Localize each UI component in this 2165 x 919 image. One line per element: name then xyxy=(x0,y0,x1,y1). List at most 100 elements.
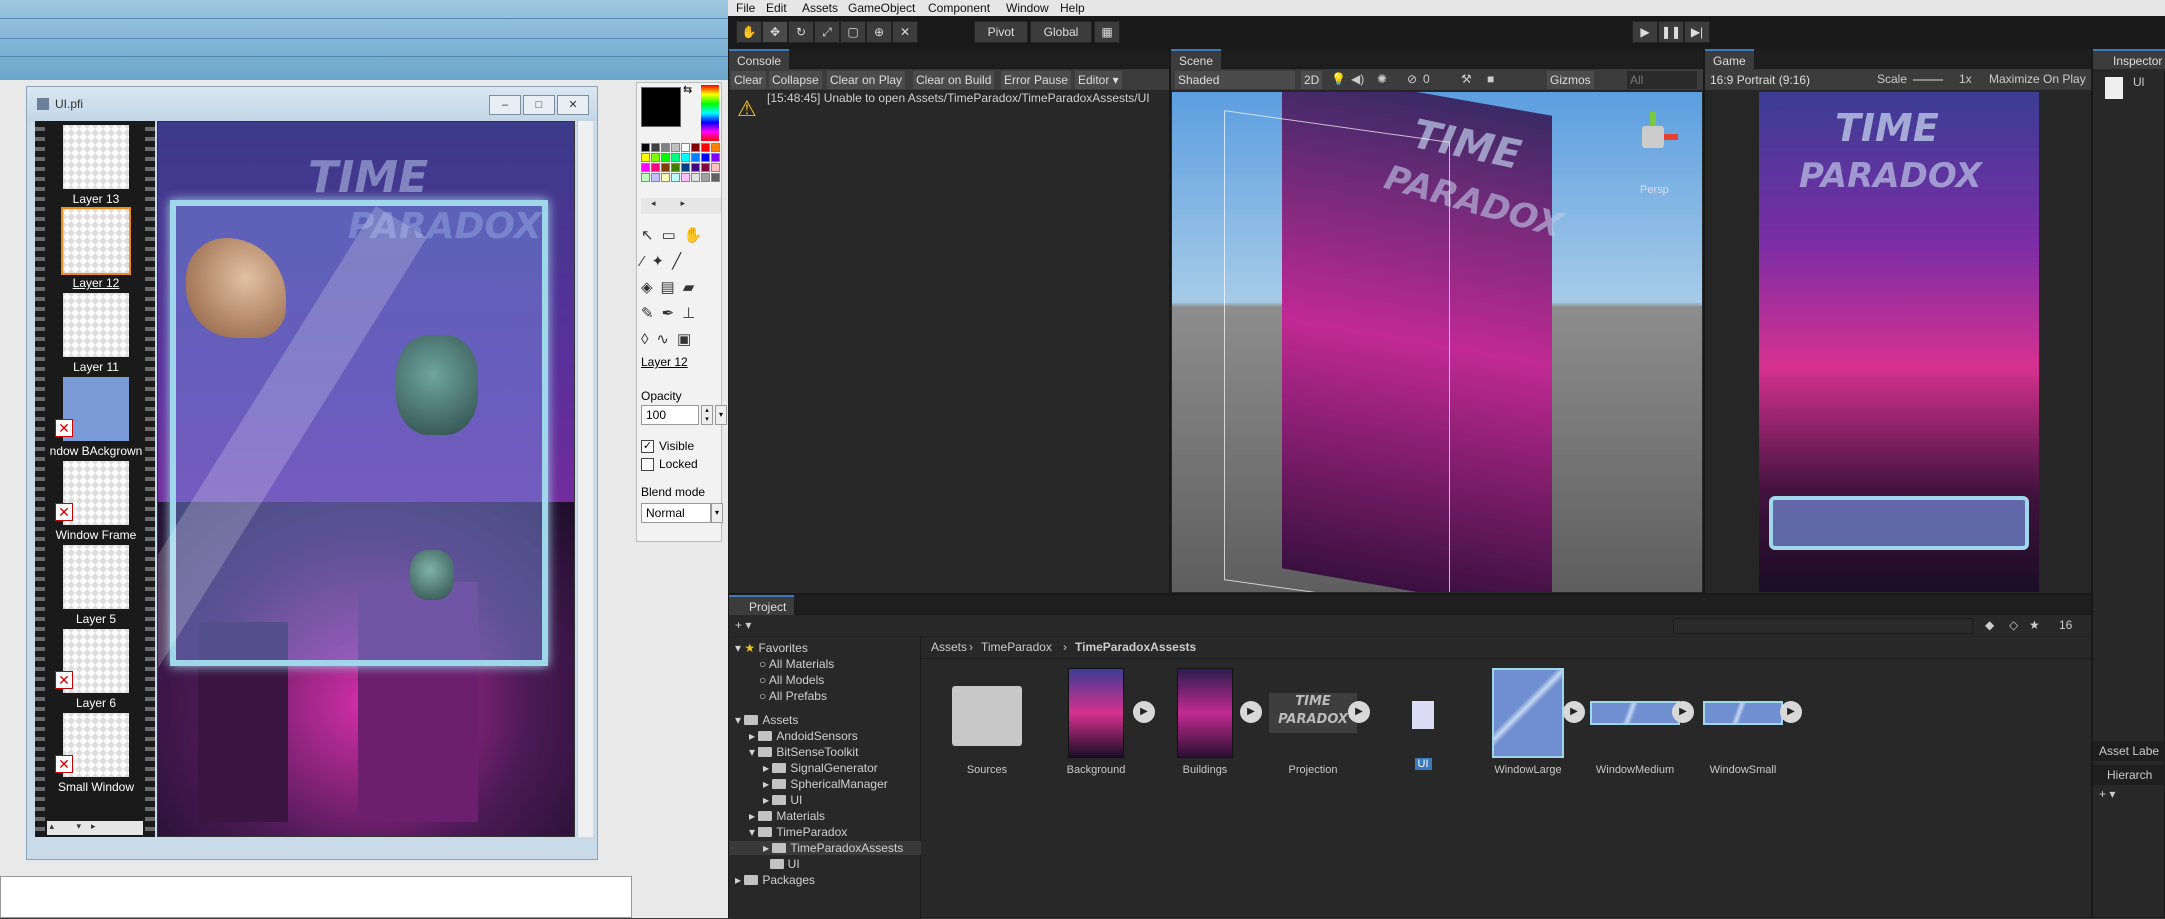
tree-item[interactable]: ▸ UI xyxy=(763,793,802,807)
asset-windowmedium[interactable]: WindowMedium xyxy=(1590,668,1680,776)
smudge-tool-icon[interactable]: ∿ xyxy=(656,331,677,348)
palette-swatch[interactable] xyxy=(701,153,710,162)
palette-swatch[interactable] xyxy=(661,143,670,152)
grid-snap-icon[interactable]: ▦ xyxy=(1094,21,1120,43)
menu-component[interactable]: Component xyxy=(928,1,990,15)
layer-item[interactable]: ✕ Layer 6 xyxy=(53,629,139,713)
asset-ui[interactable]: UI xyxy=(1378,668,1468,770)
menu-gameobject[interactable]: GameObject xyxy=(848,1,915,15)
tab-game[interactable]: Game xyxy=(1705,49,1754,69)
palette-swatch[interactable] xyxy=(691,143,700,152)
shading-mode-dropdown[interactable]: Shaded xyxy=(1175,71,1295,89)
tab-scene[interactable]: Scene xyxy=(1171,49,1222,69)
scene-orientation-gizmo[interactable] xyxy=(1622,112,1682,172)
aspect-dropdown[interactable]: 16:9 Portrait (9:16) xyxy=(1707,71,1863,89)
project-search-input[interactable] xyxy=(1673,618,1973,634)
layer-item[interactable]: ✕ Window Frame xyxy=(53,461,139,545)
palette-swatch[interactable] xyxy=(651,153,660,162)
tree-item-selected[interactable]: ▸ TimeParadoxAssests xyxy=(729,841,921,855)
scene-viewport[interactable]: TIME PARADOX Persp xyxy=(1172,92,1702,592)
opacity-spinner[interactable]: ▴ ▾ xyxy=(701,405,713,425)
rect-tool-icon[interactable]: ▢ xyxy=(840,21,866,43)
console-editor-dropdown[interactable]: Editor ▾ xyxy=(1075,71,1122,89)
favorite-icon[interactable]: ★ xyxy=(2029,618,2040,632)
favorites-node[interactable]: ▾ ★ Favorites xyxy=(735,641,808,655)
lighting-toggle-icon[interactable]: 💡 xyxy=(1331,72,1346,86)
palette-swatch[interactable] xyxy=(691,153,700,162)
gizmos-dropdown[interactable]: Gizmos xyxy=(1547,71,1594,89)
palette-swatch[interactable] xyxy=(661,153,670,162)
effects-toggle-icon[interactable]: ✺ xyxy=(1377,72,1387,86)
tab-console[interactable]: Console xyxy=(729,49,790,69)
palette-swatch[interactable] xyxy=(691,163,700,172)
create-asset-button[interactable]: + ▾ xyxy=(735,618,751,632)
console-collapse-button[interactable]: Collapse xyxy=(769,71,822,89)
fav-item[interactable]: ○ All Materials xyxy=(759,657,834,671)
paint-canvas[interactable]: TIME PARADOX xyxy=(157,121,575,837)
opacity-dropdown-icon[interactable]: ▾ xyxy=(715,405,727,425)
layer-item[interactable]: Layer 11 xyxy=(53,293,139,377)
scale-tool-icon[interactable]: ⤢ xyxy=(814,21,840,43)
filter-label-icon[interactable]: ◇ xyxy=(2009,618,2018,632)
tree-item[interactable]: ▸ AndoidSensors xyxy=(749,729,858,743)
menu-edit[interactable]: Edit xyxy=(766,1,787,15)
stamp-tool-icon[interactable]: ⊥ xyxy=(682,305,703,322)
image-window-titlebar[interactable]: UI.pfi – □ ✕ xyxy=(27,87,597,121)
palette-swatch[interactable] xyxy=(701,173,710,182)
palette-swatch[interactable] xyxy=(671,143,680,152)
eraser-tool-icon[interactable]: ▰ xyxy=(683,279,703,296)
close-button[interactable]: ✕ xyxy=(557,95,589,115)
magic-wand-tool-icon[interactable]: ✦ xyxy=(652,253,673,270)
layer-item-selected[interactable]: Layer 12 xyxy=(53,207,139,293)
layer-item[interactable]: ✕ ndow BAckgrown xyxy=(50,377,142,461)
hidden-layer-icon[interactable]: ✕ xyxy=(55,419,73,437)
palette-swatch[interactable] xyxy=(681,163,690,172)
palette-swatch[interactable] xyxy=(651,163,660,172)
asset-windowlarge[interactable]: WindowLarge xyxy=(1483,668,1573,776)
maximize-button[interactable]: □ xyxy=(523,95,555,115)
camera-icon[interactable]: ■ xyxy=(1487,72,1494,86)
breadcrumb-item[interactable]: TimeParadox xyxy=(981,640,1052,654)
palette-swatch[interactable] xyxy=(691,173,700,182)
audio-toggle-icon[interactable]: ◀) xyxy=(1351,72,1364,86)
play-button[interactable]: ▶ xyxy=(1632,21,1658,43)
swap-colors-icon[interactable]: ⇆ xyxy=(683,83,695,96)
console-clear-on-build-button[interactable]: Clear on Build xyxy=(913,71,995,89)
menu-help[interactable]: Help xyxy=(1060,1,1085,15)
tree-item[interactable]: ▾ TimeParadox xyxy=(749,825,847,839)
mode-2d-toggle[interactable]: 2D xyxy=(1301,71,1323,89)
hidden-layer-icon[interactable]: ✕ xyxy=(55,755,73,773)
line-tool-icon[interactable]: ╱ xyxy=(672,253,689,270)
color-palette[interactable] xyxy=(641,143,721,182)
hidden-layer-icon[interactable]: ✕ xyxy=(55,503,73,521)
blend-dropdown-icon[interactable]: ▾ xyxy=(711,503,723,523)
layer-item[interactable]: Layer 13 xyxy=(53,125,139,209)
asset-buildings[interactable]: Buildings xyxy=(1160,668,1250,776)
tree-item[interactable]: UI xyxy=(763,857,800,871)
console-clear-on-play-button[interactable]: Clear on Play xyxy=(827,71,906,89)
hidden-layer-icon[interactable]: ✕ xyxy=(55,671,73,689)
console-clear-button[interactable]: Clear xyxy=(731,71,766,89)
palette-swatch[interactable] xyxy=(681,153,690,162)
palette-swatch[interactable] xyxy=(671,153,680,162)
rect-select-tool-icon[interactable]: ▭ xyxy=(662,227,684,244)
primary-color-swatch[interactable] xyxy=(641,87,681,127)
palette-swatch[interactable] xyxy=(651,143,660,152)
palette-swatch[interactable] xyxy=(711,173,720,182)
asset-projection[interactable]: TIME PARADOX Projection xyxy=(1268,668,1358,776)
pause-button[interactable]: ❚❚ xyxy=(1658,21,1684,43)
tool-grid[interactable]: ↖▭✋ ⁄✦╱ ◈▤▰ ✎✒⊥ ◊∿▣ xyxy=(641,223,721,348)
menu-file[interactable]: File xyxy=(736,1,755,15)
game-view[interactable]: TIME PARADOX xyxy=(1759,92,2039,592)
expand-asset-icon[interactable]: ▶ xyxy=(1133,701,1155,723)
expand-asset-icon[interactable]: ▶ xyxy=(1672,701,1694,723)
canvas-vertical-scrollbar[interactable] xyxy=(577,121,593,837)
brush-tool-icon[interactable]: ✎ xyxy=(641,305,662,322)
menu-assets[interactable]: Assets xyxy=(802,1,838,15)
palette-swatch[interactable] xyxy=(681,173,690,182)
spray-tool-icon[interactable]: ▤ xyxy=(661,279,683,296)
scene-search-input[interactable]: All xyxy=(1627,71,1697,89)
palette-scroll[interactable]: ◂ ▸ xyxy=(641,198,721,214)
palette-swatch[interactable] xyxy=(681,143,690,152)
assets-node[interactable]: ▾ Assets xyxy=(735,713,798,727)
